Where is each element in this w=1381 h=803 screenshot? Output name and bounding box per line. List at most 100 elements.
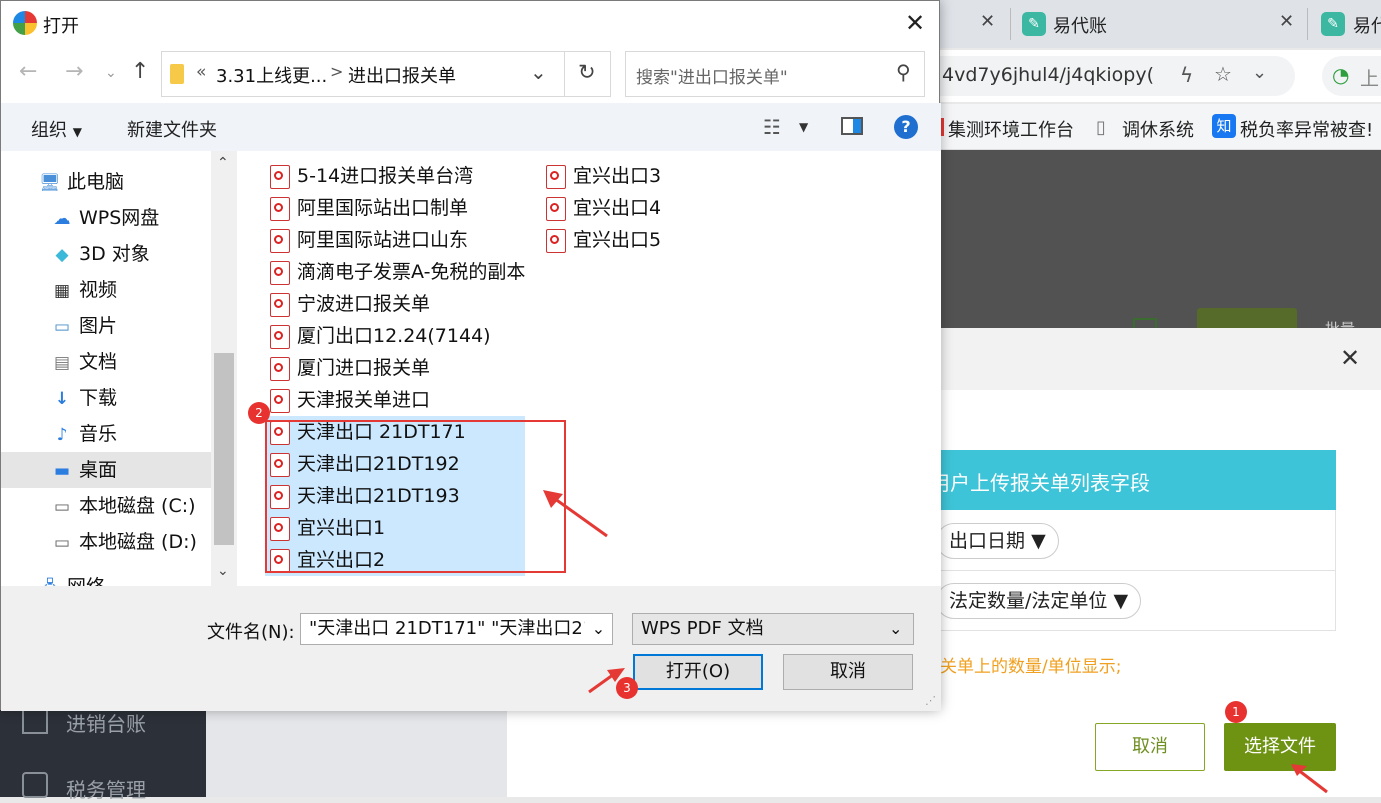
address-bar-area: 4vd7y6jhul4/j4qkiopy( ϟ ☆ ⌄ ◔ 上 bbox=[940, 50, 1381, 102]
tab-title[interactable]: 易代账 bbox=[1053, 12, 1107, 38]
new-folder-button[interactable]: 新建文件夹 bbox=[127, 116, 217, 142]
sidebar-item-documents[interactable]: ▤ 文档 bbox=[1, 344, 211, 380]
chevron-down-icon[interactable]: ⌄ bbox=[1252, 62, 1267, 83]
sidebar-item-ledger[interactable]: 进销台账 bbox=[66, 708, 146, 737]
sidebar-item-label: 3D 对象 bbox=[79, 243, 150, 265]
filename-input[interactable]: "天津出口 21DT171" "天津出口21DT192" bbox=[300, 613, 613, 645]
breadcrumb-overflow[interactable]: « bbox=[196, 62, 206, 82]
page-icon: ▯ bbox=[1096, 117, 1106, 138]
search-engine-box[interactable]: ◔ 上 bbox=[1322, 56, 1381, 96]
dialog-close-icon[interactable]: ✕ bbox=[905, 9, 925, 37]
bookmark-item[interactable]: 调休系统 bbox=[1122, 116, 1194, 142]
pdf-file-icon bbox=[270, 293, 290, 317]
tax-icon bbox=[22, 772, 48, 798]
ledger-icon bbox=[22, 708, 48, 734]
open-button[interactable]: 打开(O) bbox=[633, 654, 763, 690]
up-arrow-icon[interactable]: ↑ bbox=[131, 59, 149, 84]
pdf-file-icon bbox=[270, 389, 290, 413]
organize-button[interactable]: 组织 ▼ bbox=[31, 116, 82, 142]
sidebar-item-label: 本地磁盘 (C:) bbox=[79, 495, 196, 517]
path-breadcrumb[interactable]: « 3.31上线更... > 进出口报关单 ⌄ ↻ bbox=[161, 51, 611, 97]
lightning-icon[interactable]: ϟ bbox=[1180, 63, 1193, 87]
sidebar-item-music[interactable]: ♪ 音乐 bbox=[1, 416, 211, 452]
sidebar-item-wps-cloud[interactable]: ☁ WPS网盘 bbox=[1, 200, 211, 236]
cube-icon: ◆ bbox=[55, 245, 69, 265]
sidebar-item-label: 网络 bbox=[67, 576, 105, 586]
file-item[interactable]: 厦门出口12.24(7144) bbox=[265, 320, 525, 352]
sidebar-item-network[interactable]: 🖧 网络 bbox=[1, 569, 211, 586]
tab-divider bbox=[1010, 8, 1011, 40]
help-icon[interactable]: ? bbox=[894, 115, 918, 139]
sidebar-item-pictures[interactable]: ▭ 图片 bbox=[1, 308, 211, 344]
view-caret-icon[interactable]: ▼ bbox=[799, 120, 808, 134]
chevron-down-icon[interactable]: ⌄ bbox=[585, 614, 612, 644]
dialog-title: 打开 bbox=[43, 16, 79, 37]
url-text: 4vd7y6jhul4/j4qkiopy( bbox=[942, 64, 1154, 86]
close-tab-icon[interactable]: ✕ bbox=[1279, 11, 1294, 32]
forward-arrow-icon[interactable]: → bbox=[65, 59, 83, 84]
file-item[interactable]: 宜兴出口3 bbox=[541, 160, 741, 192]
section-title: 用户上传报关单列表字段 bbox=[930, 471, 1150, 495]
cancel-button[interactable]: 取消 bbox=[783, 654, 913, 690]
bookmark-item[interactable]: 集测环境工作台 bbox=[948, 116, 1074, 142]
close-icon[interactable]: ✕ bbox=[1340, 344, 1360, 372]
open-file-dialog: 打开 ✕ ← → ⌄ ↑ « 3.31上线更... > 进出口报关单 ⌄ ↻ 搜… bbox=[0, 0, 941, 711]
file-item[interactable]: 厦门进口报关单 bbox=[265, 352, 525, 384]
caret-down-icon: ▼ bbox=[72, 125, 82, 139]
filename-value: "天津出口 21DT171" "天津出口21DT192" bbox=[309, 618, 612, 639]
app-content-strip bbox=[206, 708, 508, 797]
file-name: 5-14进口报关单台湾 bbox=[297, 165, 474, 187]
file-name: 宜兴出口4 bbox=[573, 197, 662, 219]
scrollbar-thumb[interactable] bbox=[214, 353, 234, 545]
export-date-dropdown[interactable]: 出口日期 ▼ bbox=[936, 523, 1059, 559]
chevron-down-icon[interactable]: ⌄ bbox=[530, 60, 547, 84]
url-field[interactable]: 4vd7y6jhul4/j4qkiopy( ϟ ☆ ⌄ bbox=[940, 56, 1295, 96]
sidebar-item-tax[interactable]: 税务管理 bbox=[66, 774, 146, 803]
picture-icon: ▭ bbox=[53, 317, 71, 337]
caret-down-icon: ▼ bbox=[1113, 590, 1129, 612]
breadcrumb-current[interactable]: 进出口报关单 bbox=[348, 62, 456, 88]
sidebar-item-downloads[interactable]: ↓ 下载 bbox=[1, 380, 211, 416]
file-item[interactable]: 阿里国际站出口制单 bbox=[265, 192, 525, 224]
modal-cancel-button[interactable]: 取消 bbox=[1095, 723, 1205, 771]
file-item[interactable]: 滴滴电子发票A-免税的副本 bbox=[265, 256, 525, 288]
star-icon[interactable]: ☆ bbox=[1214, 62, 1232, 86]
preview-pane-icon[interactable] bbox=[841, 117, 863, 135]
sidebar-item-drive-c[interactable]: ▭ 本地磁盘 (C:) bbox=[1, 488, 211, 524]
annotation-arrow-1 bbox=[1291, 764, 1328, 794]
recent-chevron-icon[interactable]: ⌄ bbox=[105, 65, 117, 81]
legal-qty-dropdown[interactable]: 法定数量/法定单位 ▼ bbox=[936, 583, 1142, 619]
view-list-icon[interactable]: ☷ bbox=[763, 115, 781, 139]
close-tab-icon[interactable]: ✕ bbox=[980, 11, 995, 32]
pdf-file-icon bbox=[270, 229, 290, 253]
filename-label: 文件名(N): bbox=[207, 622, 295, 643]
sidebar-item-label: 音乐 bbox=[79, 423, 118, 445]
sidebar-item-drive-d[interactable]: ▭ 本地磁盘 (D:) bbox=[1, 524, 211, 560]
tab-title-partial[interactable]: 易代 bbox=[1353, 12, 1381, 38]
sidebar-item-3d-objects[interactable]: ◆ 3D 对象 bbox=[1, 236, 211, 272]
scroll-up-icon[interactable]: ⌃ bbox=[217, 155, 229, 171]
file-name: 厦门出口12.24(7144) bbox=[297, 325, 491, 347]
file-item[interactable]: 宜兴出口4 bbox=[541, 192, 741, 224]
file-item[interactable]: 宜兴出口5 bbox=[541, 224, 741, 256]
file-item[interactable]: 5-14进口报关单台湾 bbox=[265, 160, 525, 192]
search-input[interactable]: 搜索"进出口报关单" ⚲ bbox=[625, 51, 925, 97]
resize-grip-icon[interactable]: ⋰ bbox=[925, 694, 936, 707]
breadcrumb-segment[interactable]: 3.31上线更... bbox=[216, 62, 327, 88]
file-name: 宜兴出口5 bbox=[573, 229, 662, 251]
sidebar-item-desktop[interactable]: ▬ 桌面 bbox=[1, 452, 211, 488]
scroll-down-icon[interactable]: ⌄ bbox=[217, 563, 229, 579]
sidebar-item-label: 文档 bbox=[79, 351, 118, 373]
back-arrow-icon[interactable]: ← bbox=[19, 59, 37, 84]
sidebar-item-videos[interactable]: ▦ 视频 bbox=[1, 272, 211, 308]
file-item[interactable]: 阿里国际站进口山东 bbox=[265, 224, 525, 256]
filetype-select[interactable]: WPS PDF 文档 ⌄ bbox=[632, 613, 914, 645]
search-icon[interactable]: ⚲ bbox=[896, 60, 911, 84]
file-item[interactable]: 宁波进口报关单 bbox=[265, 288, 525, 320]
file-item[interactable]: 天津报关单进口 bbox=[265, 384, 525, 416]
file-name: 天津报关单进口 bbox=[297, 389, 431, 411]
bookmark-item[interactable]: 税负率异常被查! bbox=[1240, 116, 1373, 142]
refresh-icon[interactable]: ↻ bbox=[578, 60, 596, 84]
sidebar-item-this-pc[interactable]: 🖥 此电脑 bbox=[1, 164, 211, 200]
step-badge-2: 2 bbox=[248, 402, 270, 424]
